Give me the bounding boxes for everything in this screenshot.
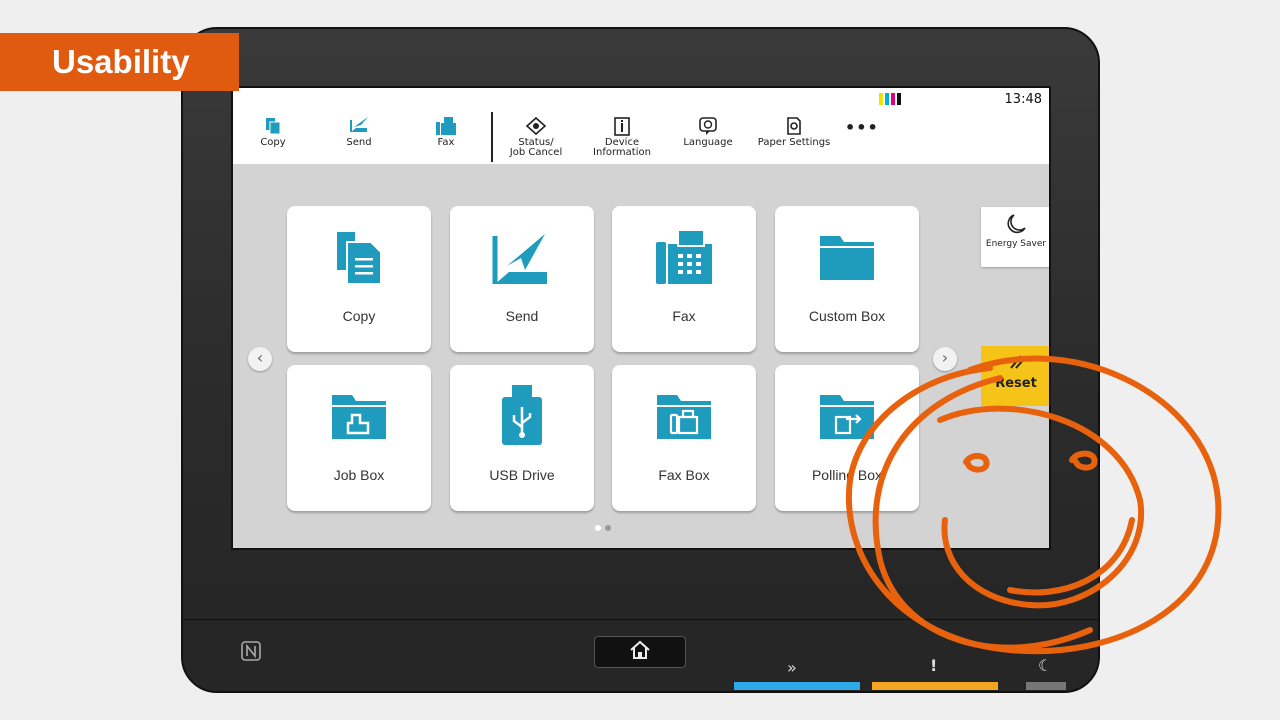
send-icon [450, 226, 594, 288]
reset-button[interactable]: Reset [981, 346, 1049, 406]
touch-screen: 13:48 Copy Send Fax Status/ Job Cancel D… [231, 86, 1051, 550]
tile-usb-drive[interactable]: USB Drive [450, 365, 594, 511]
topbar-divider [491, 112, 493, 162]
status-job-cancel-label: Status/ Job Cancel [509, 137, 563, 158]
tile-fax[interactable]: Fax [612, 206, 756, 352]
processing-led [734, 682, 860, 690]
sleep-led [1026, 682, 1066, 690]
quick-fax-button[interactable]: Fax [406, 114, 486, 148]
quick-access-bar: 13:48 Copy Send Fax Status/ Job Cancel D… [233, 88, 1049, 164]
tile-copy[interactable]: Copy [287, 206, 431, 352]
tile-job-box[interactable]: Job Box [287, 365, 431, 511]
device-information-label: Device Information [593, 137, 651, 158]
copy-icon [233, 114, 313, 136]
previous-page-arrow[interactable]: ‹ [248, 347, 272, 371]
send-icon [319, 114, 399, 136]
home-icon [629, 640, 651, 664]
page-indicator [595, 525, 611, 531]
clock: 13:48 [1004, 92, 1042, 107]
attention-led [872, 682, 998, 690]
attention-icon: ! [930, 656, 938, 675]
fax-icon [612, 226, 756, 288]
reset-icon [981, 354, 1049, 370]
moon-icon [981, 213, 1049, 235]
usb-drive-icon [450, 385, 594, 447]
fax-icon [406, 114, 486, 136]
sleep-moon-icon: ☾ [1038, 656, 1053, 675]
tile-job-box-label: Job Box [333, 467, 385, 483]
device-information-button[interactable]: Device Information [582, 114, 662, 158]
tile-fax-label: Fax [672, 308, 696, 324]
quick-send-label: Send [346, 137, 372, 148]
tile-custom-box-label: Custom Box [808, 308, 886, 324]
tile-usb-drive-label: USB Drive [489, 467, 555, 483]
tile-send[interactable]: Send [450, 206, 594, 352]
fax-box-icon [612, 385, 756, 447]
quick-send-button[interactable]: Send [319, 114, 399, 148]
quick-copy-label: Copy [260, 137, 286, 148]
processing-icon: » [787, 658, 797, 677]
tile-fax-box-label: Fax Box [658, 467, 710, 483]
energy-saver-button[interactable]: Energy Saver [981, 207, 1049, 267]
polling-box-icon [775, 385, 919, 447]
language-button[interactable]: Language [668, 114, 748, 148]
tile-copy-label: Copy [342, 308, 376, 324]
tile-custom-box[interactable]: Custom Box [775, 206, 919, 352]
tile-polling-box-label: Polling Box [811, 467, 883, 483]
quick-fax-label: Fax [437, 137, 455, 148]
language-label: Language [683, 137, 733, 148]
language-icon [668, 114, 748, 136]
usability-banner: Usability [0, 33, 239, 91]
toner-level-indicator [879, 93, 901, 105]
nfc-icon [241, 641, 261, 661]
eye-icon [496, 114, 576, 136]
tile-send-label: Send [505, 308, 539, 324]
home-button[interactable] [594, 636, 686, 668]
folder-icon [775, 226, 919, 288]
more-menu-button[interactable]: ••• [845, 118, 879, 137]
status-job-cancel-button[interactable]: Status/ Job Cancel [496, 114, 576, 158]
energy-saver-label: Energy Saver [985, 239, 1047, 249]
quick-copy-button[interactable]: Copy [233, 114, 313, 148]
reset-label: Reset [995, 376, 1037, 391]
tile-fax-box[interactable]: Fax Box [612, 365, 756, 511]
next-page-arrow[interactable]: › [933, 347, 957, 371]
copy-icon [287, 226, 431, 288]
paper-settings-icon [754, 114, 834, 136]
device-info-icon [582, 114, 662, 136]
tile-polling-box[interactable]: Polling Box [775, 365, 919, 511]
paper-settings-label: Paper Settings [757, 137, 831, 148]
paper-settings-button[interactable]: Paper Settings [754, 114, 834, 148]
job-box-icon [287, 385, 431, 447]
